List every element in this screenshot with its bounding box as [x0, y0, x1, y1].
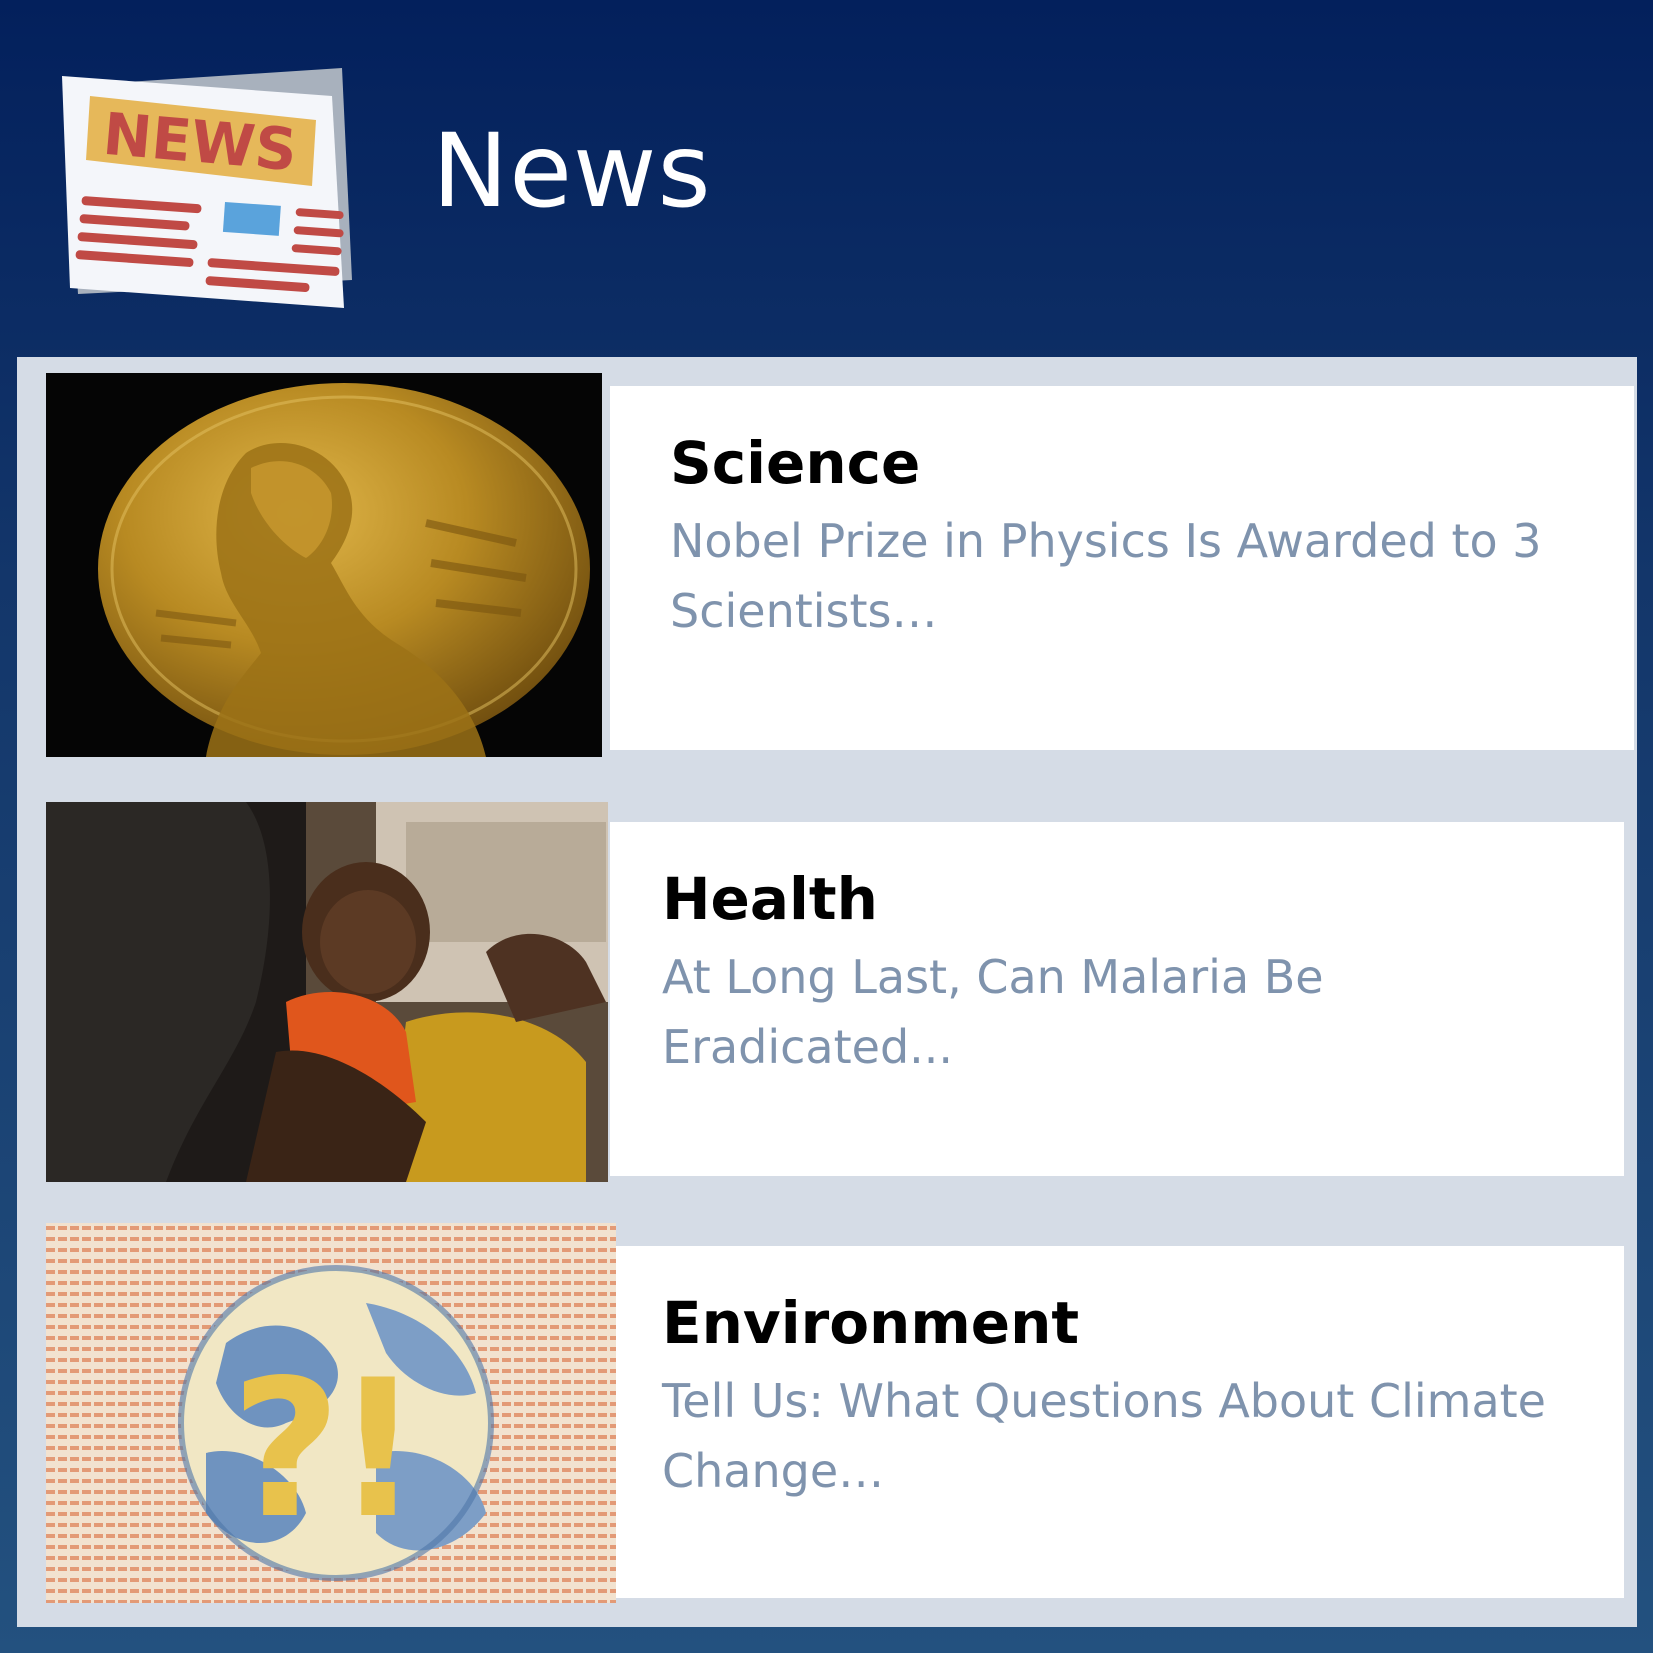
article-card-health-body: Health At Long Last, Can Malaria Be Erad… — [610, 822, 1624, 1176]
svg-text:?: ? — [231, 1339, 341, 1560]
article-card-science-body: Science Nobel Prize in Physics Is Awarde… — [610, 386, 1634, 750]
svg-text:!: ! — [335, 1339, 422, 1560]
nobel-medal-image — [46, 373, 602, 757]
globe-question-exclamation-image: ? ! — [46, 1223, 616, 1603]
article-headline[interactable]: Nobel Prize in Physics Is Awarded to 3 S… — [670, 506, 1610, 646]
newspaper-icon: NEWS — [62, 68, 352, 308]
article-category: Science — [670, 429, 921, 497]
article-card-environment-body: Environment Tell Us: What Questions Abou… — [616, 1246, 1624, 1598]
article-category: Health — [662, 865, 878, 933]
article-category: Environment — [662, 1289, 1080, 1357]
baby-vaccination-image — [46, 802, 608, 1182]
app-title: News — [432, 112, 712, 231]
article-headline[interactable]: Tell Us: What Questions About Climate Ch… — [662, 1366, 1602, 1506]
article-headline[interactable]: At Long Last, Can Malaria Be Eradicated.… — [662, 942, 1602, 1082]
